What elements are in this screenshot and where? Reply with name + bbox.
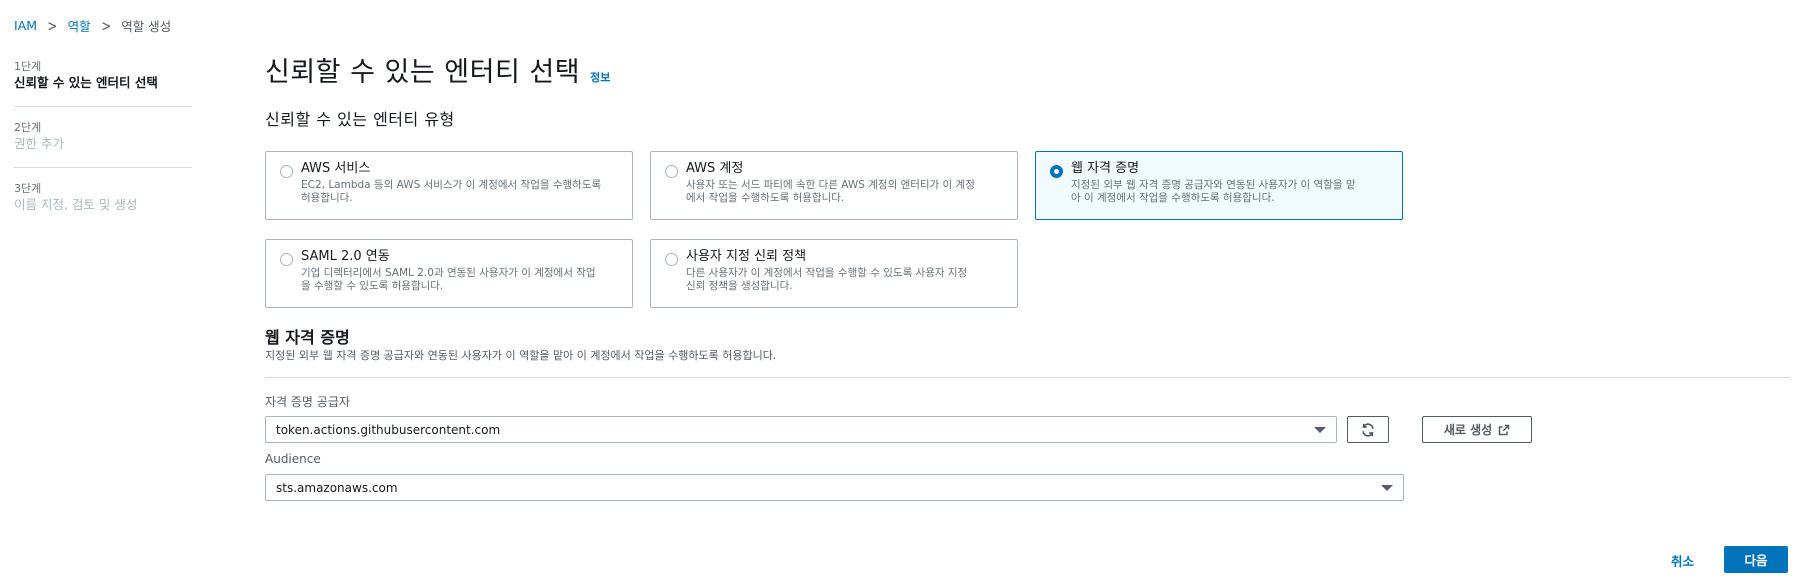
- next-button[interactable]: 다음: [1724, 546, 1788, 573]
- card-description: EC2, Lambda 등의 AWS 서비스가 이 계정에서 작업을 수행하도록…: [301, 179, 622, 205]
- step-number: 1단계: [14, 60, 42, 73]
- web-identity-heading: 웹 자격 증명: [265, 328, 350, 347]
- entity-card-aws-service[interactable]: AWS 서비스 EC2, Lambda 등의 AWS 서비스가 이 계정에서 작…: [265, 151, 633, 220]
- chevron-right-icon: >: [47, 16, 58, 35]
- main-content: 신뢰할 수 있는 엔터티 선택 정보 신뢰할 수 있는 엔터티 유형 AWS 서…: [265, 0, 1790, 587]
- card-description-line: 아 이 계정에서 작업을 수행하도록 허용합니다.: [1071, 192, 1275, 204]
- breadcrumb-roles-link[interactable]: 역할: [68, 16, 91, 35]
- select-value: sts.amazonaws.com: [276, 481, 398, 495]
- entity-card-saml[interactable]: SAML 2.0 연동 기업 디렉터리에서 SAML 2.0과 연동된 사용자가…: [265, 239, 633, 308]
- create-new-label: 새로 생성: [1443, 423, 1493, 437]
- radio-button[interactable]: [665, 253, 678, 266]
- card-description-line: 다른 사용자가 이 계정에서 작업을 수행할 수 있도록 사용자 지정: [686, 267, 968, 279]
- caret-down-icon: [1381, 485, 1393, 491]
- card-description-line: 을 수행할 수 있도록 허용합니다.: [301, 280, 444, 292]
- breadcrumb-current: 역할 생성: [121, 19, 172, 34]
- external-link-icon: [1498, 424, 1510, 435]
- wizard-steps: 1단계 신뢰할 수 있는 엔터티 선택 2단계 권한 추가 3단계 이름 지정,…: [14, 60, 192, 242]
- info-link[interactable]: 정보: [590, 69, 610, 85]
- card-title: 사용자 지정 신뢰 정책: [686, 249, 807, 264]
- provider-label: 자격 증명 공급자: [265, 395, 350, 409]
- card-description-line: EC2, Lambda 등의 AWS 서비스가 이 계정에서 작업을 수행하도록: [301, 179, 602, 191]
- page-title: 신뢰할 수 있는 엔터티 선택: [265, 57, 581, 88]
- radio-button[interactable]: [280, 253, 293, 266]
- card-description: 지정된 외부 웹 자격 증명 공급자와 연동된 사용자가 이 역할을 맡 아 이…: [1071, 179, 1392, 205]
- select-value: token.actions.githubusercontent.com: [276, 423, 501, 437]
- card-description-line: 에서 작업을 수행하도록 허용합니다.: [686, 192, 845, 204]
- card-description-line: 기업 디렉터리에서 SAML 2.0과 연동된 사용자가 이 계정에서 작업: [301, 267, 596, 279]
- page-header: 신뢰할 수 있는 엔터티 선택 정보: [265, 50, 610, 89]
- card-title: 웹 자격 증명: [1071, 161, 1140, 176]
- card-description-line: 사용자 또는 서드 파티에 속한 다른 AWS 계정의 엔터티가 이 계정: [686, 179, 975, 191]
- entity-card-aws-account[interactable]: AWS 계정 사용자 또는 서드 파티에 속한 다른 AWS 계정의 엔터티가 …: [650, 151, 1018, 220]
- audience-select[interactable]: sts.amazonaws.com: [265, 474, 1404, 501]
- step-label: 권한 추가: [14, 136, 64, 151]
- radio-button[interactable]: [280, 165, 293, 178]
- chevron-right-icon: >: [100, 16, 111, 35]
- wizard-step-3: 3단계 이름 지정, 검토 및 생성: [14, 182, 192, 228]
- refresh-icon: [1362, 422, 1374, 437]
- divider: [265, 377, 1790, 378]
- card-title: SAML 2.0 연동: [301, 249, 390, 264]
- radio-button-selected[interactable]: [1050, 165, 1063, 178]
- card-description-line: 신뢰 정책을 생성합니다.: [686, 280, 793, 292]
- card-description: 사용자 또는 서드 파티에 속한 다른 AWS 계정의 엔터티가 이 계정 에서…: [686, 179, 1007, 205]
- caret-down-icon: [1314, 427, 1326, 433]
- card-description-line: 허용합니다.: [301, 192, 353, 204]
- identity-provider-select[interactable]: token.actions.githubusercontent.com: [265, 416, 1337, 443]
- radio-button[interactable]: [665, 165, 678, 178]
- create-new-provider-button[interactable]: 새로 생성: [1422, 416, 1532, 443]
- section-heading: 신뢰할 수 있는 엔터티 유형: [265, 110, 455, 129]
- refresh-button[interactable]: [1347, 416, 1389, 443]
- step-number: 3단계: [14, 182, 42, 195]
- wizard-step-2: 2단계 권한 추가: [14, 121, 192, 168]
- web-identity-description: 지정된 외부 웹 자격 증명 공급자와 연동된 사용자가 이 역할을 맡아 이 …: [265, 349, 777, 362]
- step-label: 이름 지정, 검토 및 생성: [14, 197, 138, 212]
- breadcrumb-iam-link[interactable]: IAM: [14, 18, 37, 33]
- entity-card-custom-trust-policy[interactable]: 사용자 지정 신뢰 정책 다른 사용자가 이 계정에서 작업을 수행할 수 있도…: [650, 239, 1018, 308]
- card-description-line: 지정된 외부 웹 자격 증명 공급자와 연동된 사용자가 이 역할을 맡: [1071, 179, 1356, 191]
- card-description: 다른 사용자가 이 계정에서 작업을 수행할 수 있도록 사용자 지정 신뢰 정…: [686, 267, 1007, 293]
- card-description: 기업 디렉터리에서 SAML 2.0과 연동된 사용자가 이 계정에서 작업 을…: [301, 267, 622, 293]
- card-title: AWS 서비스: [301, 161, 371, 176]
- card-title: AWS 계정: [686, 161, 744, 176]
- step-number: 2단계: [14, 121, 42, 134]
- cancel-button[interactable]: 취소: [1671, 551, 1694, 570]
- breadcrumb: IAM > 역할 > 역할 생성: [14, 16, 171, 35]
- entity-card-web-identity[interactable]: 웹 자격 증명 지정된 외부 웹 자격 증명 공급자와 연동된 사용자가 이 역…: [1035, 151, 1403, 220]
- wizard-step-1: 1단계 신뢰할 수 있는 엔터티 선택: [14, 60, 192, 107]
- audience-label: Audience: [265, 452, 321, 466]
- step-label: 신뢰할 수 있는 엔터티 선택: [14, 75, 158, 90]
